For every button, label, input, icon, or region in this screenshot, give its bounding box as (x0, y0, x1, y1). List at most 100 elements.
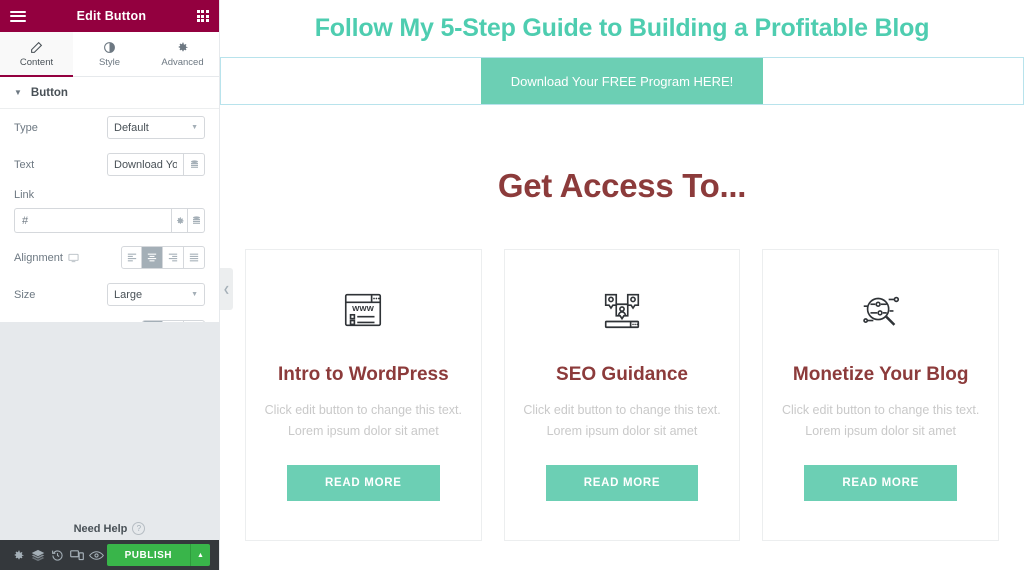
control-icon: Icon (0, 313, 219, 322)
tab-style[interactable]: Style (73, 32, 146, 76)
database-icon (190, 159, 198, 168)
panel-header: Edit Button (0, 0, 219, 32)
layers-icon (31, 549, 45, 561)
cta-download-button[interactable]: Download Your FREE Program HERE! (480, 58, 764, 104)
type-label: Type (14, 121, 38, 134)
gear-icon (176, 216, 184, 224)
control-text: Text (0, 146, 219, 183)
tab-style-label: Style (98, 56, 121, 68)
chevron-down-icon: ▼ (191, 291, 198, 298)
align-left-button[interactable] (121, 246, 142, 269)
size-value: Large (114, 288, 143, 301)
align-justify-button[interactable] (184, 246, 205, 269)
link-label: Link (14, 189, 35, 201)
card-desc-line-2: Lorem ipsum dolor sit amet (546, 423, 698, 438)
read-more-button[interactable]: READ MORE (287, 465, 440, 502)
panel-footer: PUBLISH ▲ (0, 540, 219, 570)
chevron-down-icon: ▼ (14, 88, 22, 97)
browser-www-icon: WWW (340, 282, 386, 338)
link-input[interactable] (14, 208, 171, 233)
read-more-button[interactable]: READ MORE (804, 465, 957, 502)
alignment-label-wrap: Alignment (14, 252, 79, 264)
desktop-icon[interactable] (68, 253, 79, 263)
settings-gear-icon[interactable] (9, 540, 29, 570)
section-button-header[interactable]: ▼ Button (0, 77, 219, 109)
publish-options-caret-icon[interactable]: ▲ (190, 544, 210, 566)
link-options-gear-icon[interactable] (171, 208, 189, 233)
need-help-link[interactable]: Need Help ? (74, 522, 146, 535)
tab-advanced[interactable]: Advanced (146, 32, 219, 76)
align-right-icon (168, 253, 178, 262)
publish-group: PUBLISH ▲ (106, 544, 210, 566)
type-select[interactable]: Default ▼ (107, 116, 205, 139)
panel-tabs: Content Style Advanced (0, 32, 219, 77)
align-left-icon (127, 253, 136, 262)
preview-eye-icon[interactable] (87, 540, 107, 570)
card-description: Click edit button to change this text. L… (265, 400, 462, 441)
hero-heading: Follow My 5-Step Guide to Building a Pro… (314, 14, 930, 42)
panel-title: Edit Button (76, 9, 147, 23)
page-canvas: Follow My 5-Step Guide to Building a Pro… (220, 0, 1024, 570)
card-monetize-blog[interactable]: Monetize Your Blog Click edit button to … (762, 249, 1000, 541)
button-text-input[interactable] (107, 153, 183, 176)
grid-apps-icon[interactable] (196, 9, 209, 23)
magnifier-circuit-icon (858, 282, 904, 338)
card-desc-line-2: Lorem ipsum dolor sit amet (287, 423, 439, 438)
svg-text:WWW: WWW (352, 304, 374, 313)
database-icon (192, 215, 200, 224)
link-row (0, 208, 219, 239)
question-circle-icon: ? (132, 522, 146, 535)
text-label: Text (14, 158, 35, 171)
size-select[interactable]: Large ▼ (107, 283, 205, 306)
card-title: Monetize Your Blog (792, 364, 969, 385)
hamburger-menu-icon[interactable] (10, 10, 26, 22)
control-type: Type Default ▼ (0, 109, 219, 146)
card-desc-line-1: Click edit button to change this text. (264, 403, 462, 417)
tab-content[interactable]: Content (0, 32, 73, 77)
align-center-icon (147, 253, 157, 262)
team-network-icon (599, 282, 645, 338)
chevron-down-icon: ▼ (191, 124, 198, 131)
panel-body: Type Default ▼ Text Download Your Link #… (0, 109, 219, 322)
section-title: Button (30, 86, 68, 99)
card-description: Click edit button to change this text. L… (782, 400, 979, 441)
access-heading: Get Access To... (497, 167, 747, 204)
card-desc-line-2: Lorem ipsum dolor sit amet (805, 423, 957, 438)
alignment-button-group (121, 246, 205, 269)
contrast-icon (104, 41, 115, 53)
need-help-label: Need Help (73, 522, 128, 535)
dynamic-tags-icon[interactable] (183, 153, 205, 176)
control-link: Link (0, 183, 219, 208)
editor-panel: Edit Button Content Style Advanced ▼ But… (0, 0, 220, 570)
alignment-label: Alignment (14, 251, 63, 264)
pencil-icon (31, 41, 43, 53)
card-seo-guidance[interactable]: SEO Guidance Click edit button to change… (503, 249, 741, 541)
align-justify-icon (189, 253, 199, 262)
card-intro-wordpress[interactable]: WWW Intro to WordPress Click edit button… (245, 249, 482, 541)
link-dynamic-tags-icon[interactable] (188, 208, 205, 233)
align-center-button[interactable] (142, 246, 163, 269)
gear-icon (14, 550, 24, 559)
eye-icon (89, 550, 105, 560)
type-value: Default (114, 121, 149, 134)
tab-content-label: Content (19, 56, 54, 68)
text-field-wrap (107, 153, 205, 176)
control-size: Size Large ▼ (0, 276, 219, 313)
card-title: Intro to WordPress (278, 364, 449, 385)
elementor-editor: Edit Button Content Style Advanced ▼ But… (0, 0, 1024, 570)
navigator-layers-icon[interactable] (29, 540, 49, 570)
control-alignment: Alignment (0, 239, 219, 276)
size-label: Size (14, 288, 36, 301)
align-right-button[interactable] (163, 246, 184, 269)
responsive-mode-icon[interactable] (68, 540, 88, 570)
card-desc-line-1: Click edit button to change this text. (523, 403, 721, 417)
cta-section-selected[interactable]: Download Your FREE Program HERE! (220, 57, 1024, 105)
read-more-button[interactable]: READ MORE (545, 465, 699, 502)
panel-collapse-handle[interactable]: ❮ (220, 268, 233, 310)
link-field-wrap (14, 208, 205, 233)
publish-button[interactable]: PUBLISH (106, 544, 190, 566)
history-icon[interactable] (48, 540, 68, 570)
need-help-area: Need Help ? (0, 322, 219, 540)
gear-icon (178, 42, 188, 51)
card-description: Click edit button to change this text. L… (523, 400, 720, 441)
